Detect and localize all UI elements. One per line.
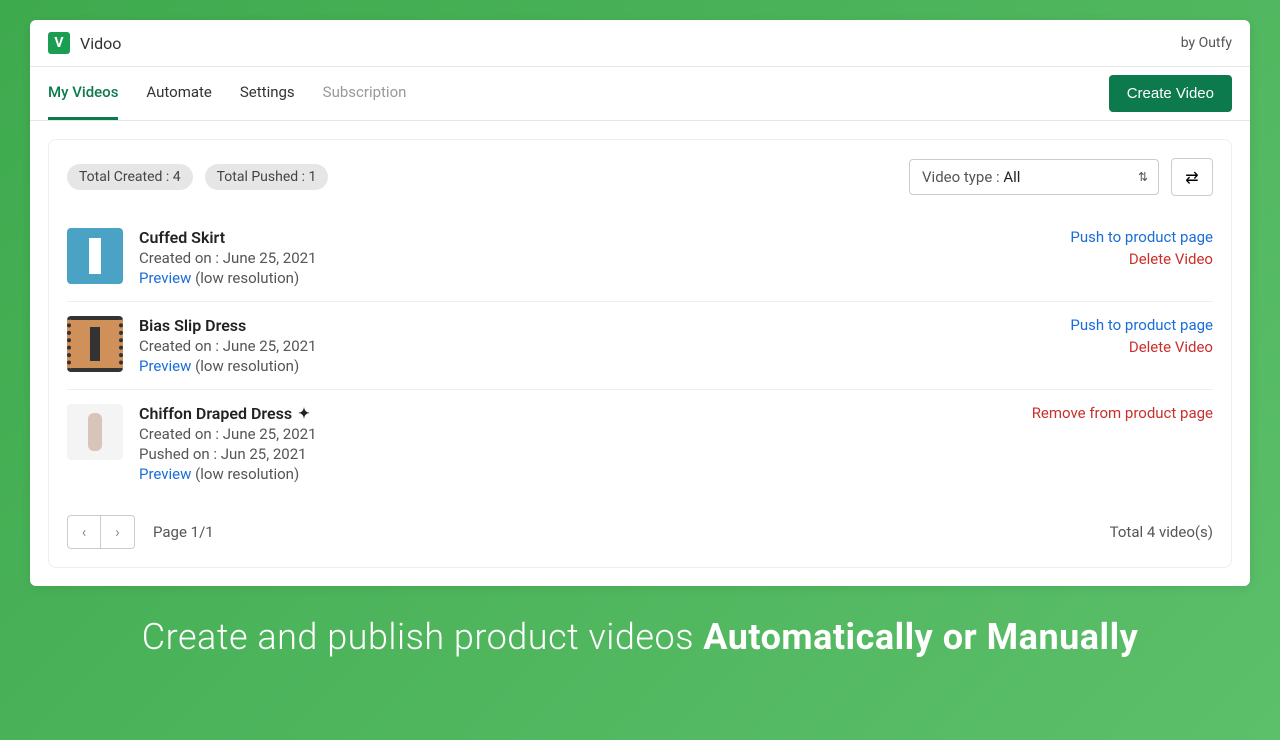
- brand-logo-icon: V: [48, 32, 70, 54]
- prev-page-button[interactable]: ‹: [67, 515, 101, 549]
- chevron-right-icon: ›: [115, 523, 120, 541]
- video-created: Created on : June 25, 2021: [139, 425, 1016, 443]
- video-info: Bias Slip Dress Created on : June 25, 202…: [139, 316, 1054, 375]
- promo-banner: Create and publish product videos Automa…: [0, 616, 1280, 658]
- remove-from-product-page-link[interactable]: Remove from product page: [1032, 404, 1213, 422]
- video-thumbnail[interactable]: [67, 228, 123, 284]
- tabs: My Videos Automate Settings Subscription: [48, 67, 406, 120]
- push-to-product-page-link[interactable]: Push to product page: [1070, 228, 1213, 246]
- preview-link[interactable]: Preview: [139, 357, 191, 375]
- video-thumbnail[interactable]: [67, 316, 123, 372]
- video-row: Bias Slip Dress Created on : June 25, 202…: [67, 302, 1213, 390]
- pill-total-pushed: Total Pushed : 1: [205, 164, 329, 190]
- pill-total-created: Total Created : 4: [67, 164, 193, 190]
- video-created: Created on : June 25, 2021: [139, 337, 1054, 355]
- video-title: Cuffed Skirt: [139, 228, 1054, 247]
- refresh-icon: ⇄: [1185, 168, 1198, 187]
- video-type-select[interactable]: Video type : All ⇅: [909, 159, 1159, 195]
- stats-pills: Total Created : 4 Total Pushed : 1: [67, 164, 328, 190]
- video-preview-line: Preview (low resolution): [139, 269, 1054, 287]
- tab-automate[interactable]: Automate: [146, 67, 211, 120]
- delete-video-link[interactable]: Delete Video: [1070, 250, 1213, 268]
- preview-link[interactable]: Preview: [139, 269, 191, 287]
- delete-video-link[interactable]: Delete Video: [1070, 338, 1213, 356]
- total-videos-label: Total 4 video(s): [1110, 523, 1213, 541]
- create-video-button[interactable]: Create Video: [1109, 75, 1232, 112]
- byline: by Outfy: [1181, 35, 1232, 51]
- low-res-label: (low resolution): [191, 357, 299, 375]
- app-window: V Vidoo by Outfy My Videos Automate Sett…: [30, 20, 1250, 586]
- video-thumbnail[interactable]: [67, 404, 123, 460]
- video-info: Chiffon Draped Dress✦ Created on : June 2…: [139, 404, 1016, 483]
- push-to-product-page-link[interactable]: Push to product page: [1070, 316, 1213, 334]
- pagination: ‹ › Page 1/1 Total 4 video(s): [67, 515, 1213, 549]
- video-pushed: Pushed on : Jun 25, 2021: [139, 445, 1016, 463]
- video-preview-line: Preview (low resolution): [139, 465, 1016, 483]
- preview-link[interactable]: Preview: [139, 465, 191, 483]
- video-actions: Push to product page Delete Video: [1070, 228, 1213, 287]
- page-indicator: Page 1/1: [153, 523, 214, 541]
- filter-controls: Video type : All ⇅ ⇄: [909, 158, 1213, 196]
- low-res-label: (low resolution): [191, 465, 299, 483]
- chevron-updown-icon: ⇅: [1138, 170, 1148, 184]
- video-list: Cuffed Skirt Created on : June 25, 2021 Pr…: [67, 214, 1213, 497]
- video-type-label: Video type :: [922, 168, 1003, 186]
- tab-settings[interactable]: Settings: [240, 67, 295, 120]
- cursor-icon: ✦: [298, 406, 310, 422]
- video-info: Cuffed Skirt Created on : June 25, 2021 Pr…: [139, 228, 1054, 287]
- card-header: Total Created : 4 Total Pushed : 1 Video…: [67, 158, 1213, 196]
- video-title: Chiffon Draped Dress✦: [139, 404, 1016, 423]
- video-preview-line: Preview (low resolution): [139, 357, 1054, 375]
- tab-my-videos[interactable]: My Videos: [48, 67, 118, 120]
- video-row: Cuffed Skirt Created on : June 25, 2021 Pr…: [67, 214, 1213, 302]
- video-actions: Push to product page Delete Video: [1070, 316, 1213, 375]
- content: Total Created : 4 Total Pushed : 1 Video…: [30, 121, 1250, 586]
- pagination-left: ‹ › Page 1/1: [67, 515, 214, 549]
- banner-prefix: Create and publish product videos: [142, 616, 703, 658]
- brand: V Vidoo: [48, 32, 121, 54]
- titlebar: V Vidoo by Outfy: [30, 20, 1250, 67]
- video-actions: Remove from product page: [1032, 404, 1213, 483]
- refresh-button[interactable]: ⇄: [1171, 158, 1213, 196]
- videos-card: Total Created : 4 Total Pushed : 1 Video…: [48, 139, 1232, 568]
- banner-strong: Automatically or Manually: [703, 616, 1138, 658]
- next-page-button[interactable]: ›: [101, 515, 135, 549]
- pagination-buttons: ‹ ›: [67, 515, 135, 549]
- video-title: Bias Slip Dress: [139, 316, 1054, 335]
- video-created: Created on : June 25, 2021: [139, 249, 1054, 267]
- video-type-value: All: [1003, 168, 1020, 186]
- chevron-left-icon: ‹: [82, 523, 87, 541]
- brand-name: Vidoo: [80, 34, 121, 53]
- low-res-label: (low resolution): [191, 269, 299, 287]
- navbar: My Videos Automate Settings Subscription…: [30, 67, 1250, 121]
- video-row: Chiffon Draped Dress✦ Created on : June 2…: [67, 390, 1213, 497]
- tab-subscription[interactable]: Subscription: [323, 67, 407, 120]
